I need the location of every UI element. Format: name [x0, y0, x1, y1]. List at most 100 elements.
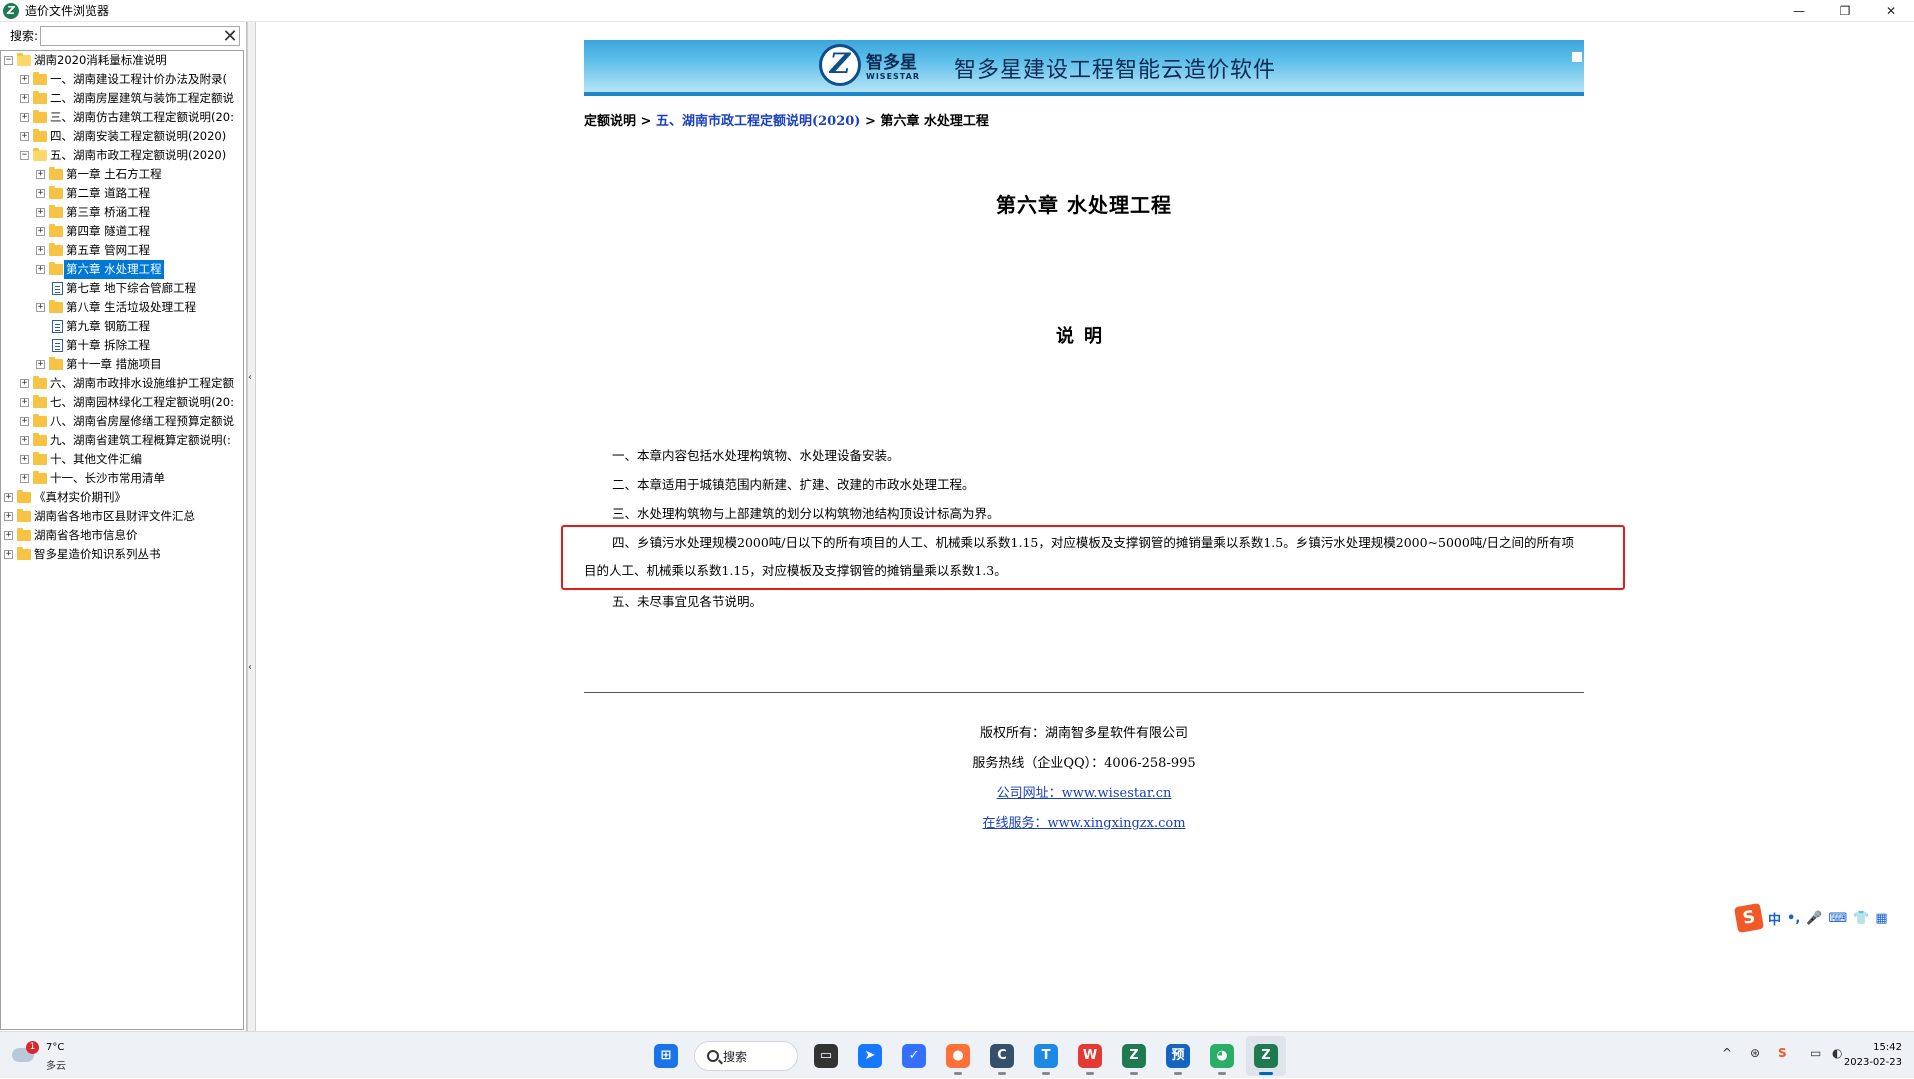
expand-icon[interactable]: +: [20, 455, 29, 464]
ime-mic-icon[interactable]: 🎤: [1806, 911, 1822, 926]
tree-item[interactable]: + 《真材实价期刊》: [1, 488, 243, 507]
folder-icon: [33, 395, 47, 408]
tree-item[interactable]: − 五、湖南市政工程定额说明(2020): [1, 146, 243, 165]
ime-punctuation-toggle[interactable]: •,: [1787, 911, 1800, 926]
taskbar-task-view-button[interactable]: ▭: [806, 1036, 846, 1076]
taskbar-app-lark-button[interactable]: ✓: [894, 1036, 934, 1076]
expand-icon[interactable]: +: [36, 265, 45, 274]
expand-icon[interactable]: +: [36, 227, 45, 236]
tree-item[interactable]: + 第八章 生活垃圾处理工程: [1, 298, 243, 317]
tree-item[interactable]: + 第二章 道路工程: [1, 184, 243, 203]
tree-item[interactable]: + 湖南省各地市区县财评文件汇总: [1, 507, 243, 526]
tree-item[interactable]: + 第五章 管网工程: [1, 241, 243, 260]
taskbar-wps-button[interactable]: W: [1070, 1036, 1110, 1076]
tree-item[interactable]: + 智多星造价知识系列丛书: [1, 545, 243, 564]
expand-icon[interactable]: +: [20, 436, 29, 445]
tree-item[interactable]: 第十章 拆除工程: [1, 336, 243, 355]
tree-item[interactable]: 第九章 钢筋工程: [1, 317, 243, 336]
tree-item[interactable]: + 第十一章 措施项目: [1, 355, 243, 374]
taskbar-app-t-button[interactable]: T: [1026, 1036, 1066, 1076]
tree-item[interactable]: + 四、湖南安装工程定额说明(2020): [1, 127, 243, 146]
footer-online-service-link[interactable]: 在线服务：www.xingxingzx.com: [584, 812, 1584, 831]
banner-brand-en: WISESTAR: [866, 72, 920, 81]
folder-icon: [49, 357, 63, 370]
taskbar-app-yu-button[interactable]: 预: [1158, 1036, 1198, 1076]
folder-icon: [49, 243, 63, 256]
tree-item-label: 湖南2020消耗量标准说明: [34, 53, 167, 67]
expand-icon[interactable]: +: [20, 417, 29, 426]
tree-item[interactable]: + 六、湖南市政排水设施维护工程定额: [1, 374, 243, 393]
tree-item[interactable]: + 二、湖南房屋建筑与装饰工程定额说: [1, 89, 243, 108]
taskbar-wisestar-browser-button[interactable]: Z: [1246, 1036, 1286, 1076]
tree-item[interactable]: + 七、湖南园林绿化工程定额说明(20:: [1, 393, 243, 412]
tree-item[interactable]: + 湖南省各地市信息价: [1, 526, 243, 545]
collapse-left-icon[interactable]: ‹: [248, 372, 255, 383]
expand-icon[interactable]: +: [4, 493, 13, 502]
expand-icon[interactable]: +: [20, 94, 29, 103]
maximize-button[interactable]: ❐: [1822, 0, 1868, 22]
tree-item[interactable]: + 三、湖南仿古建筑工程定额说明(20:: [1, 108, 243, 127]
expand-icon[interactable]: +: [36, 189, 45, 198]
ime-skin-icon[interactable]: 👕: [1853, 911, 1869, 926]
ime-mode-toggle[interactable]: 中: [1768, 909, 1781, 928]
expand-icon[interactable]: +: [20, 379, 29, 388]
minimize-button[interactable]: —: [1776, 0, 1822, 22]
taskbar-wechat-button[interactable]: ◕: [1202, 1036, 1242, 1076]
taskbar-wisestar-app-button[interactable]: Z: [1114, 1036, 1154, 1076]
tree-item[interactable]: + 十一、长沙市常用清单: [1, 469, 243, 488]
expand-icon[interactable]: +: [20, 132, 29, 141]
expand-icon[interactable]: +: [36, 303, 45, 312]
tray-network-icon[interactable]: ⊛: [1750, 1046, 1760, 1060]
tray-ime-icon[interactable]: S: [1778, 1046, 1787, 1060]
tray-overflow-chevron-icon[interactable]: ^: [1722, 1046, 1732, 1060]
ime-keyboard-icon[interactable]: ⌨: [1828, 911, 1847, 926]
expand-icon[interactable]: +: [4, 550, 13, 559]
expand-icon[interactable]: +: [36, 246, 45, 255]
tree-item[interactable]: + 第一章 土石方工程: [1, 165, 243, 184]
clock[interactable]: 15:42 2023-02-23: [1844, 1040, 1902, 1070]
expand-icon[interactable]: +: [4, 512, 13, 521]
tray-volume-icon[interactable]: ◐: [1832, 1046, 1842, 1060]
ime-menu-icon[interactable]: ▦: [1875, 911, 1887, 926]
sogou-ime-icon[interactable]: S: [1733, 902, 1765, 934]
search-input[interactable]: [40, 25, 241, 46]
folder-open-icon: [33, 148, 47, 161]
tree-item[interactable]: + 九、湖南省建筑工程概算定额说明(:: [1, 431, 243, 450]
tree-item[interactable]: + 第六章 水处理工程: [1, 260, 243, 279]
paragraph-2: 二、本章适用于城镇范围内新建、扩建、改建的市政水处理工程。: [612, 477, 975, 492]
collapse-icon[interactable]: −: [4, 56, 13, 65]
taskbar-app-blue-arrow-button[interactable]: ➤: [850, 1036, 890, 1076]
ime-toolbar[interactable]: S 中 •, 🎤 ⌨ 👕 ▦: [1733, 902, 1914, 934]
file-tree[interactable]: − 湖南2020消耗量标准说明 + 一、湖南建设工程计价办法及附录(+ 二、湖南房屋建筑…: [0, 50, 244, 1030]
footer-website-link[interactable]: 公司网址：www.wisestar.cn: [584, 782, 1584, 801]
pane-splitter[interactable]: ‹ ‹: [247, 22, 256, 1031]
expand-icon[interactable]: +: [20, 113, 29, 122]
wisestar-logo-icon: Z: [819, 44, 861, 86]
tree-item[interactable]: + 第三章 桥涵工程: [1, 203, 243, 222]
tree-item[interactable]: + 八、湖南省房屋修缮工程预算定额说: [1, 412, 243, 431]
weather-widget[interactable]: 1 7°C 多云: [12, 1040, 82, 1072]
expand-icon[interactable]: +: [36, 208, 45, 217]
breadcrumb-link[interactable]: 五、湖南市政工程定额说明(2020): [656, 114, 860, 129]
tree-item[interactable]: 第七章 地下综合管廊工程: [1, 279, 243, 298]
expand-icon[interactable]: +: [20, 75, 29, 84]
taskbar-start-button[interactable]: ⊞: [646, 1036, 686, 1076]
tree-item[interactable]: + 十、其他文件汇编: [1, 450, 243, 469]
taskbar-search-button[interactable]: 搜索: [694, 1041, 798, 1071]
expand-icon[interactable]: +: [20, 474, 29, 483]
close-button[interactable]: ✕: [1868, 0, 1914, 22]
collapse-icon[interactable]: −: [20, 151, 29, 160]
tray-display-icon[interactable]: ▭: [1810, 1046, 1821, 1060]
clear-search-icon[interactable]: ✕: [221, 26, 239, 47]
tree-item[interactable]: + 第四章 隧道工程: [1, 222, 243, 241]
expand-icon[interactable]: +: [4, 531, 13, 540]
expand-icon[interactable]: +: [36, 360, 45, 369]
collapse-left-icon-lower[interactable]: ‹: [248, 662, 255, 673]
expand-icon[interactable]: +: [20, 398, 29, 407]
tree-item[interactable]: − 湖南2020消耗量标准说明: [1, 51, 243, 70]
taskbar-firefox-button[interactable]: ●: [938, 1036, 978, 1076]
breadcrumb-separator: >: [860, 114, 881, 129]
tree-item[interactable]: + 一、湖南建设工程计价办法及附录(: [1, 70, 243, 89]
taskbar-app-cad-button[interactable]: C: [982, 1036, 1022, 1076]
expand-icon[interactable]: +: [36, 170, 45, 179]
